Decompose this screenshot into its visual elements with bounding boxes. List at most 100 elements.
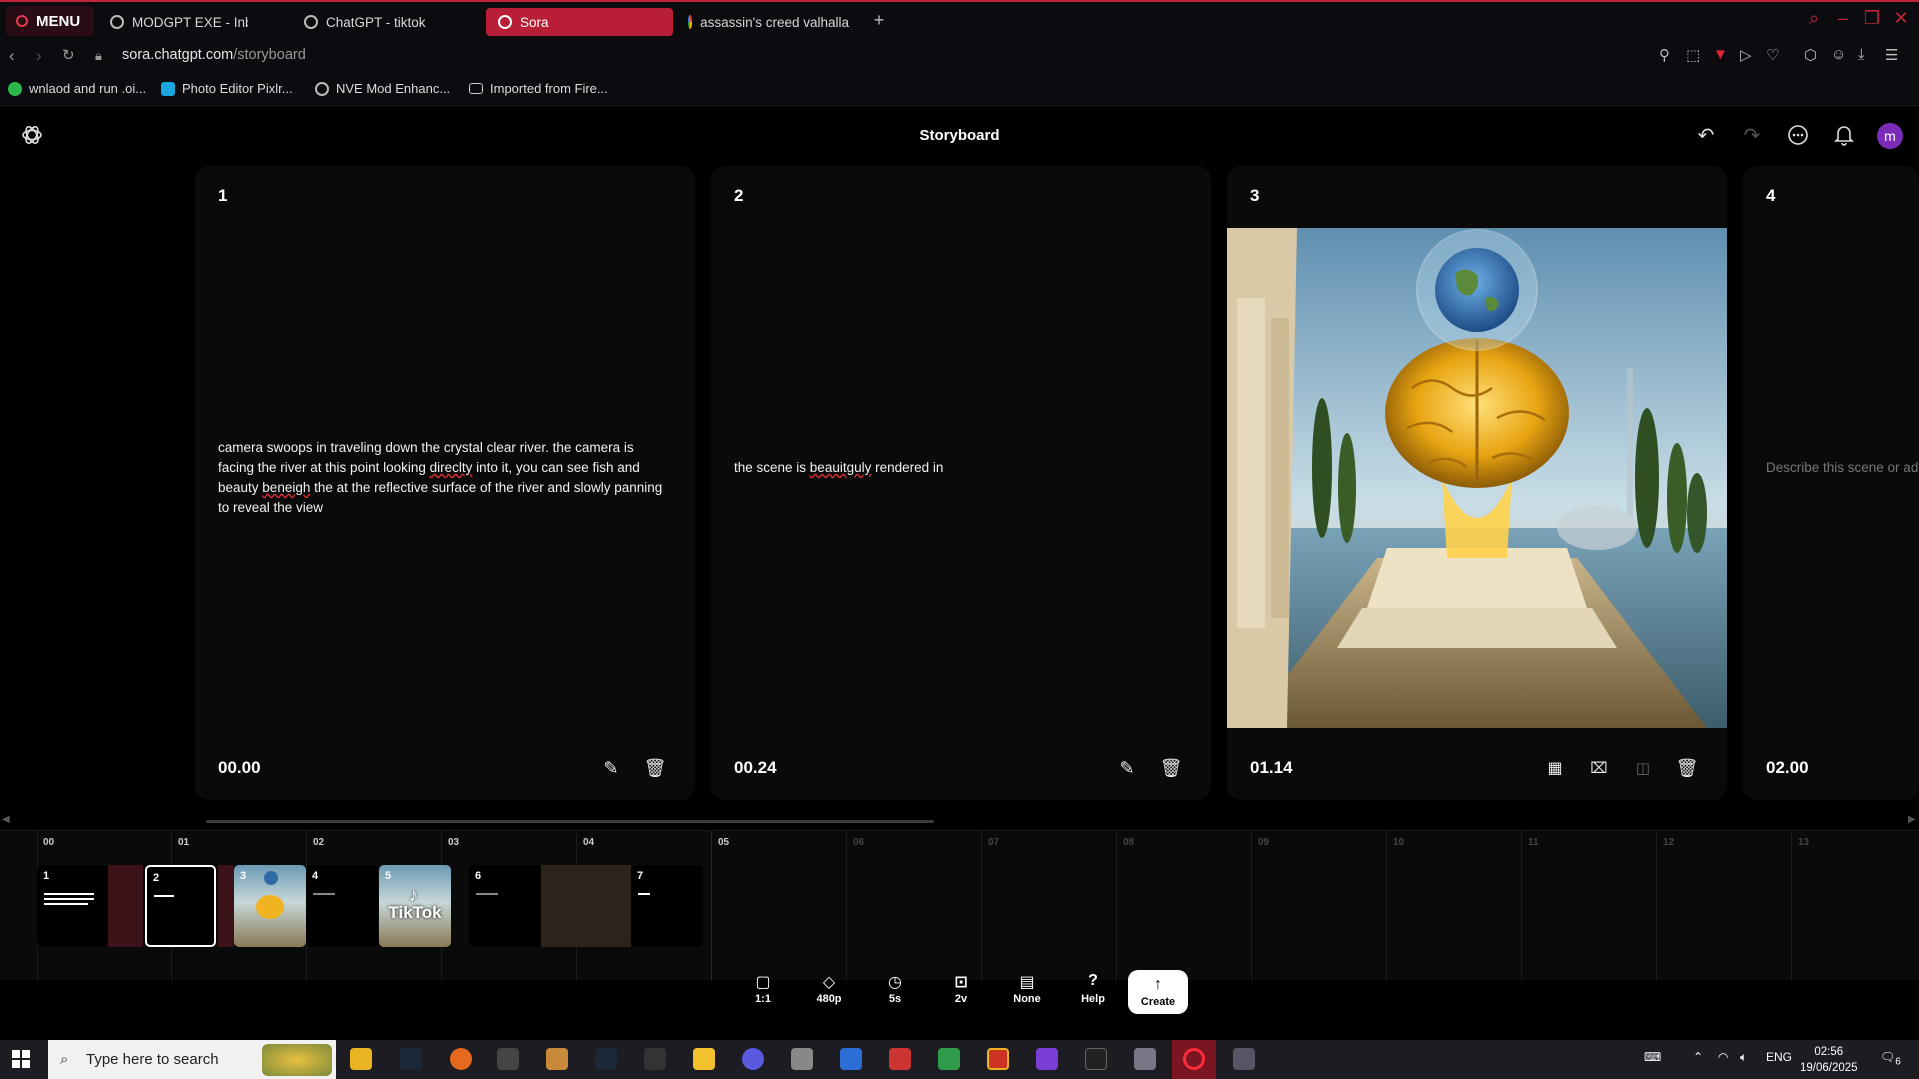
minimize-button[interactable]: –	[1832, 8, 1854, 29]
duration-button[interactable]: ◷ 5s	[873, 972, 917, 1005]
card-prompt-text[interactable]: the scene is beauitguly rendered in	[734, 458, 1181, 478]
delete-trash-icon[interactable]: 🗑︎	[1675, 756, 1699, 780]
wifi-icon[interactable]: ◠	[1718, 1050, 1728, 1064]
storyboard-card-3[interactable]: 3 01.14 ▦ ⌧ ◫ 🗑︎	[1227, 166, 1727, 800]
upload-arrow-icon: ↑	[1154, 976, 1162, 993]
new-tab-button[interactable]: +	[870, 11, 888, 30]
account-icon[interactable]: ☺	[1831, 46, 1846, 63]
notification-center-icon[interactable]: 🗨︎6	[1880, 1050, 1901, 1067]
timeline-clip-7[interactable]: 7	[631, 865, 703, 947]
preset-button[interactable]: ▤ None	[1005, 972, 1049, 1005]
language-indicator[interactable]: ENG	[1766, 1050, 1792, 1064]
undo-icon[interactable]: ↶	[1692, 121, 1720, 149]
timeline-clip-3[interactable]: 3	[234, 865, 306, 947]
bookmark-folder[interactable]: Imported from Fire...	[469, 81, 608, 96]
transition-gap[interactable]	[108, 865, 143, 947]
transition-gap[interactable]	[541, 865, 631, 947]
timeline-clip-1[interactable]: 1	[37, 865, 108, 947]
app-icon[interactable]	[889, 1048, 911, 1070]
app-icon[interactable]	[497, 1048, 519, 1070]
winrar-icon[interactable]	[987, 1048, 1009, 1070]
tab-chatgpt[interactable]: ChatGPT - tiktok	[292, 8, 442, 36]
storyboard-card-4[interactable]: 4 Describe this scene or ad 02.00	[1743, 166, 1919, 800]
horizontal-scrollbar[interactable]	[206, 820, 934, 823]
download-icon[interactable]: ⤓	[1858, 46, 1865, 63]
scroll-left-arrow[interactable]: ◀	[2, 814, 10, 825]
ruler-tick-label: 07	[988, 837, 1000, 848]
snapshot-icon[interactable]: ⬚	[1686, 46, 1700, 64]
app-icon[interactable]	[840, 1048, 862, 1070]
tab-sora[interactable]: Sora	[486, 8, 673, 36]
steam-icon[interactable]	[595, 1048, 617, 1070]
search-tabs-icon[interactable]: ⌕	[1803, 8, 1825, 29]
pin-icon[interactable]: ⚲	[1659, 46, 1670, 64]
volume-icon[interactable]: 🔈︎	[1740, 1050, 1747, 1065]
timeline-clip-5[interactable]: 5 TikTok ♪	[379, 865, 451, 947]
easy-setup-icon[interactable]: ☰	[1885, 46, 1898, 64]
app-icon[interactable]	[644, 1048, 666, 1070]
close-window-button[interactable]: ✕	[1890, 8, 1912, 29]
edit-prompt-icon[interactable]: ✎	[1115, 756, 1139, 780]
app-icon[interactable]	[742, 1048, 764, 1070]
redo-icon[interactable]: ↷	[1738, 121, 1766, 149]
visual-studio-icon[interactable]	[1036, 1048, 1058, 1070]
forward-icon[interactable]: ›	[36, 46, 42, 66]
timeline-clip-6[interactable]: 6	[469, 865, 541, 947]
tray-expand-icon[interactable]: ⌃	[1693, 1050, 1703, 1064]
keyboard-icon[interactable]: ⌨	[1644, 1050, 1661, 1064]
restore-button[interactable]: ❐	[1861, 8, 1883, 29]
steam-icon[interactable]	[400, 1048, 422, 1070]
app-icon[interactable]	[693, 1048, 715, 1070]
taskbar-clock[interactable]: 02:56 19/06/2025	[1800, 1044, 1858, 1076]
scroll-right-arrow[interactable]: ▶	[1908, 814, 1916, 825]
firefox-icon[interactable]	[450, 1048, 472, 1070]
bookmark-item[interactable]: wnlaod and run .oi...	[8, 81, 146, 96]
app-icon[interactable]	[1134, 1048, 1156, 1070]
taskbar-search-field[interactable]: ⌕ Type here to search	[48, 1040, 336, 1079]
timeline-clip-2[interactable]: 2	[145, 865, 216, 947]
more-options-icon[interactable]	[1784, 121, 1812, 149]
resolution-button[interactable]: ◇ 480p	[807, 972, 851, 1005]
file-explorer-icon[interactable]	[350, 1048, 372, 1070]
tab-modgpt[interactable]: MODGPT EXE - Inbox tab	[98, 8, 248, 36]
scene-image[interactable]	[1227, 228, 1727, 728]
opera-menu-button[interactable]: MENU	[6, 6, 94, 36]
bookmark-item[interactable]: NVE Mod Enhanc...	[315, 81, 450, 96]
ruler-tick-label: 02	[313, 837, 325, 848]
timeline-clip-4[interactable]: 4	[306, 865, 378, 947]
storyboard-card-1[interactable]: 1 camera swoops in traveling down the cr…	[195, 166, 695, 800]
url-field[interactable]: sora.chatgpt.com/storyboard	[122, 47, 306, 63]
app-icon[interactable]	[938, 1048, 960, 1070]
variations-button[interactable]: ⊡ 2v	[939, 972, 983, 1005]
pocket-icon[interactable]: ▼	[1713, 46, 1728, 63]
card-number: 2	[734, 186, 744, 205]
windows-start-icon[interactable]	[12, 1050, 30, 1068]
calendar-icon[interactable]: ▦	[1543, 756, 1567, 780]
delete-trash-icon[interactable]: 🗑︎	[1159, 756, 1183, 780]
delete-trash-icon[interactable]: 🗑︎	[643, 756, 667, 780]
reload-icon[interactable]: ↻	[62, 46, 75, 64]
create-button[interactable]: ↑ Create	[1128, 970, 1188, 1014]
app-icon[interactable]	[546, 1048, 568, 1070]
edit-prompt-icon[interactable]: ✎	[599, 756, 623, 780]
tab-google-search[interactable]: assassin's creed valhalla	[676, 8, 861, 36]
card-prompt-text[interactable]: camera swoops in traveling down the crys…	[218, 438, 665, 518]
heart-icon[interactable]: ♡	[1766, 46, 1779, 64]
recut-text-icon[interactable]: ⌧	[1587, 756, 1611, 780]
help-button[interactable]: ? Help	[1071, 972, 1115, 1005]
opera-taskbar-button[interactable]	[1172, 1040, 1216, 1079]
play-icon[interactable]: ▷	[1740, 46, 1752, 64]
extensions-icon[interactable]: ⬡	[1804, 46, 1817, 64]
app-icon[interactable]	[1233, 1048, 1255, 1070]
card-prompt-placeholder[interactable]: Describe this scene or ad	[1766, 458, 1919, 478]
back-icon[interactable]: ‹	[9, 46, 15, 66]
transition-gap[interactable]	[218, 865, 234, 947]
bookmark-item[interactable]: Photo Editor Pixlr...	[161, 81, 293, 96]
aspect-ratio-button[interactable]: ▢ 1:1	[741, 972, 785, 1005]
compare-icon[interactable]: ◫	[1631, 756, 1655, 780]
settings-gear-icon[interactable]	[791, 1048, 813, 1070]
terminal-icon[interactable]	[1085, 1048, 1107, 1070]
user-avatar[interactable]: m	[1877, 123, 1903, 149]
notifications-bell-icon[interactable]	[1830, 121, 1858, 149]
storyboard-card-2[interactable]: 2 the scene is beauitguly rendered in 00…	[711, 166, 1211, 800]
